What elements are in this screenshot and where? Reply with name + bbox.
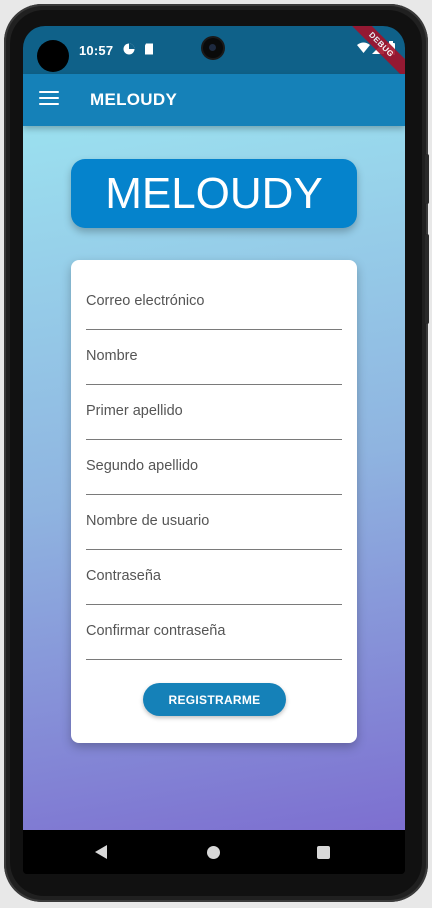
password-input[interactable] [86,549,342,603]
status-bar: 10:57 DEBUG [23,26,405,83]
power-button [425,234,429,324]
confirm-password-field [86,604,342,660]
second-surname-field [86,439,342,495]
front-camera [203,38,223,58]
register-button[interactable]: REGISTRARME [143,683,286,716]
data-saver-icon [123,43,135,55]
email-input[interactable] [86,274,342,328]
hamburger-menu-icon[interactable] [39,91,59,109]
main-content: MELOUDY REGISTRARME [23,126,405,830]
first-surname-input[interactable] [86,384,342,438]
home-icon[interactable] [207,846,220,859]
username-input[interactable] [86,494,342,548]
app-bar-title: MELOUDY [90,90,178,109]
status-time: 10:57 [79,43,114,58]
back-icon[interactable] [95,845,107,859]
first-name-field [86,329,342,385]
first-name-input[interactable] [86,329,342,383]
confirm-password-input[interactable] [86,604,342,658]
volume-button [425,154,429,204]
screen: 10:57 DEBUG MELOUDY MELOUDY Correo elect… [23,26,405,874]
registration-form-card: REGISTRARME [71,260,357,743]
wifi-icon [357,42,370,53]
sd-card-icon [145,43,153,55]
password-field [86,549,342,605]
camera-cutout [37,40,69,72]
username-field [86,494,342,550]
first-surname-field [86,384,342,440]
email-field [86,274,342,330]
app-logo: MELOUDY [71,159,357,228]
system-nav-bar [23,830,405,874]
second-surname-input[interactable] [86,439,342,493]
recents-icon[interactable] [317,846,330,859]
app-bar: MELOUDY [23,74,405,126]
